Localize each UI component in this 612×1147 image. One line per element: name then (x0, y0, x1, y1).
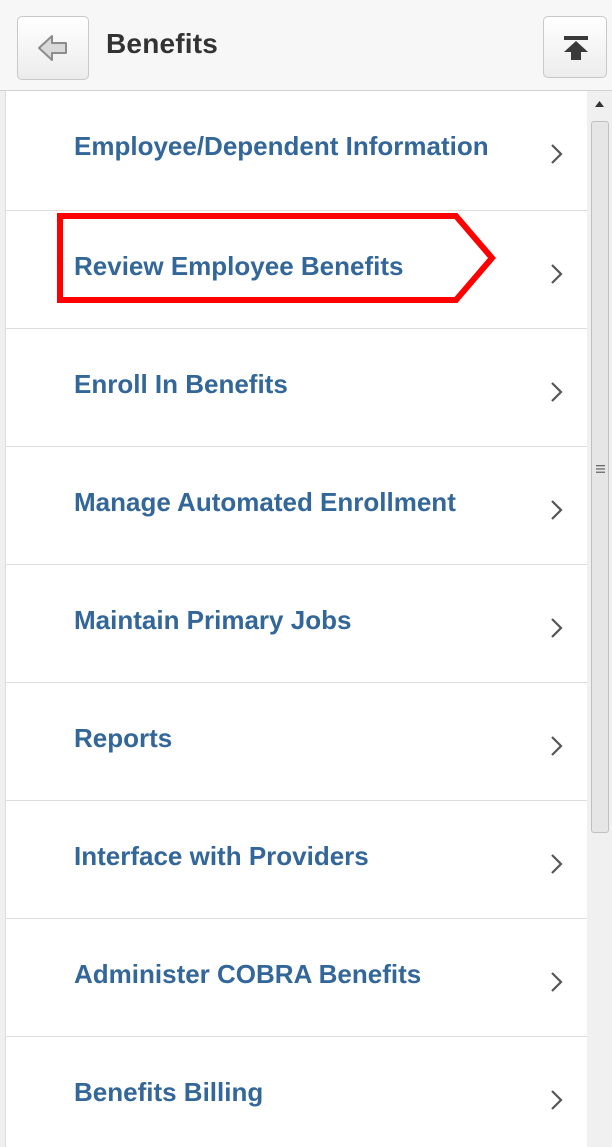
menu-item-manage-automated-enrollment[interactable]: Manage Automated Enrollment (6, 447, 587, 565)
scroll-to-top-button[interactable] (543, 16, 607, 78)
chevron-right-icon (551, 736, 563, 756)
chevron-right-icon (551, 618, 563, 638)
benefits-menu-list: Employee/Dependent Information Review Em… (5, 91, 587, 1147)
scrollbar-thumb[interactable] (591, 121, 609, 833)
menu-item-label: Maintain Primary Jobs (74, 605, 352, 635)
menu-item-review-employee-benefits[interactable]: Review Employee Benefits (6, 211, 587, 329)
menu-item-enroll-in-benefits[interactable]: Enroll In Benefits (6, 329, 587, 447)
chevron-right-icon (551, 1090, 563, 1110)
chevron-right-icon (551, 144, 563, 164)
scroll-up-arrow-icon[interactable] (587, 91, 612, 119)
header-bar: Benefits (0, 0, 612, 91)
back-button[interactable] (17, 16, 89, 80)
menu-item-employee-dependent-information[interactable]: Employee/Dependent Information (6, 91, 587, 211)
menu-item-benefits-billing[interactable]: Benefits Billing (6, 1037, 587, 1147)
vertical-scrollbar[interactable] (587, 91, 612, 1147)
menu-item-maintain-primary-jobs[interactable]: Maintain Primary Jobs (6, 565, 587, 683)
chevron-right-icon (551, 264, 563, 284)
menu-item-label: Manage Automated Enrollment (74, 487, 456, 517)
chevron-right-icon (551, 382, 563, 402)
scroll-to-top-icon (564, 36, 588, 60)
back-arrow-icon (38, 35, 67, 61)
page-title: Benefits (106, 28, 219, 59)
menu-item-label: Review Employee Benefits (74, 251, 404, 281)
menu-item-label: Reports (74, 723, 173, 753)
grip-lines-icon (596, 465, 605, 473)
chevron-right-icon (551, 854, 563, 874)
menu-item-interface-with-providers[interactable]: Interface with Providers (6, 801, 587, 919)
menu-item-label: Employee/Dependent Information (74, 131, 489, 161)
chevron-right-icon (551, 972, 563, 992)
menu-item-label: Benefits Billing (74, 1077, 264, 1107)
menu-item-label: Enroll In Benefits (74, 369, 288, 399)
chevron-right-icon (551, 500, 563, 520)
menu-item-reports[interactable]: Reports (6, 683, 587, 801)
menu-item-label: Administer COBRA Benefits (74, 959, 422, 989)
menu-item-label: Interface with Providers (74, 841, 369, 871)
menu-item-administer-cobra-benefits[interactable]: Administer COBRA Benefits (6, 919, 587, 1037)
